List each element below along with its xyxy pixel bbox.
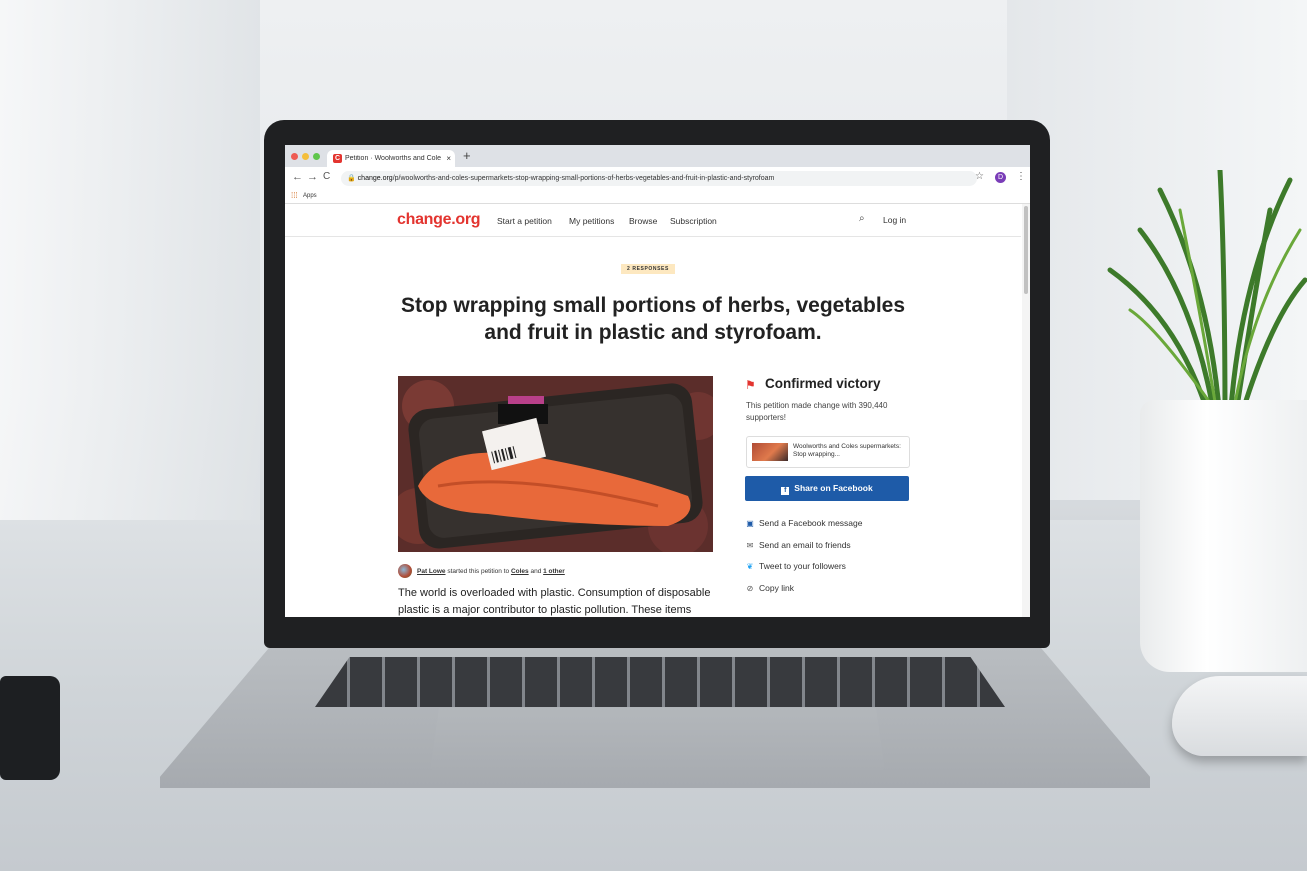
twitter-bird-icon: ❦	[746, 562, 754, 571]
scrollbar-thumb[interactable]	[1024, 206, 1028, 294]
tab-close-icon[interactable]: ×	[446, 154, 451, 163]
login-link[interactable]: Log in	[883, 215, 906, 225]
plant-pot	[1140, 400, 1307, 672]
smartphone	[0, 676, 60, 780]
url-field[interactable]: 🔒 change.org/p/woolworths-and-coles-supe…	[341, 171, 977, 186]
author-started-text: started this petition to	[445, 568, 511, 575]
share-facebook-message[interactable]: ▣ Send a Facebook message	[745, 518, 862, 528]
maximize-window-dot[interactable]	[313, 153, 320, 160]
nav-browse[interactable]: Browse	[629, 216, 657, 226]
facebook-square-icon: ▣	[746, 519, 754, 528]
nav-my-petitions[interactable]: My petitions	[569, 216, 614, 226]
nav-start-petition[interactable]: Start a petition	[497, 216, 552, 226]
preview-thumbnail	[752, 443, 788, 461]
victory-description: This petition made change with 390,440 s…	[746, 401, 888, 422]
change-logo[interactable]: change.org	[397, 211, 481, 229]
preview-card-title: Woolworths and Coles supermarkets: Stop …	[793, 443, 901, 458]
envelope-icon: ✉	[746, 541, 754, 550]
laptop-keyboard	[315, 657, 1005, 707]
target-coles-link[interactable]: Coles	[511, 568, 529, 575]
back-arrow-icon[interactable]: ←	[292, 171, 303, 183]
share-option-label: Copy link	[759, 583, 794, 593]
author-and-text: and	[528, 568, 544, 575]
apps-grid-icon[interactable]: ⁞⁞⁞	[291, 191, 298, 200]
nav-subscription[interactable]: Subscription	[670, 216, 717, 226]
lock-icon: 🔒	[347, 175, 358, 182]
share-on-facebook-button[interactable]: f Share on Facebook	[745, 476, 909, 501]
author-avatar[interactable]	[398, 564, 412, 578]
author-name-link[interactable]: Pat Lowe	[417, 568, 446, 575]
petition-title: Stop wrapping small portions of herbs, v…	[400, 294, 906, 344]
facebook-icon: f	[781, 487, 790, 495]
star-bookmark-icon[interactable]: ☆	[975, 171, 984, 182]
search-icon[interactable]: ⌕	[859, 213, 865, 224]
url-domain: change.org	[357, 175, 393, 182]
victory-status: Confirmed victory	[765, 376, 881, 391]
forward-arrow-icon[interactable]: →	[307, 171, 318, 183]
laptop-screen: C Petition · Woolworths and Cole × + ← →…	[285, 145, 1030, 617]
flag-icon: ⚑	[745, 378, 756, 392]
change-favicon-icon: C	[333, 154, 342, 163]
bookmarks-bar: ⁞⁞⁞ Apps	[285, 189, 1030, 204]
new-tab-button[interactable]: +	[463, 148, 471, 163]
url-path: /p/woolworths-and-coles-supermarkets-sto…	[392, 175, 775, 182]
browser-tab-bar: C Petition · Woolworths and Cole × +	[285, 145, 1030, 167]
apps-bookmark[interactable]: Apps	[303, 193, 317, 199]
background-window-left	[0, 0, 260, 520]
site-header: change.org Start a petition My petitions…	[285, 204, 1021, 237]
share-copy-link[interactable]: ⊘ Copy link	[745, 583, 794, 593]
share-option-label: Send a Facebook message	[759, 518, 863, 528]
share-option-label: Send an email to friends	[759, 540, 851, 550]
minimize-window-dot[interactable]	[302, 153, 309, 160]
link-icon: ⊘	[746, 584, 754, 593]
facebook-button-label: Share on Facebook	[794, 483, 873, 493]
tab-title: Petition · Woolworths and Cole	[345, 155, 441, 162]
share-option-label: Tweet to your followers	[759, 561, 846, 571]
share-tweet[interactable]: ❦ Tweet to your followers	[745, 561, 846, 571]
address-bar-row: ← → C 🔒 change.org/p/woolworths-and-cole…	[285, 167, 1030, 189]
other-targets-link[interactable]: 1 other	[543, 568, 565, 575]
share-preview-card[interactable]: Woolworths and Coles supermarkets: Stop …	[746, 436, 910, 468]
share-email[interactable]: ✉ Send an email to friends	[745, 540, 851, 550]
responses-badge[interactable]: 2 RESPONSES	[621, 264, 675, 274]
menu-kebab-icon[interactable]: ⋮	[1016, 171, 1026, 182]
browser-tab[interactable]: C Petition · Woolworths and Cole ×	[327, 150, 455, 167]
petition-body-text: The world is overloaded with plastic. Co…	[398, 587, 711, 616]
web-page: change.org Start a petition My petitions…	[285, 204, 1021, 617]
laptop-trackpad	[430, 708, 885, 770]
page-scrollbar[interactable]	[1022, 204, 1030, 617]
computer-mouse	[1172, 676, 1307, 756]
profile-avatar[interactable]: D	[995, 172, 1006, 183]
reload-icon[interactable]: C	[323, 171, 330, 182]
plant-leaves	[1107, 170, 1307, 420]
petition-photo	[398, 376, 713, 552]
close-window-dot[interactable]	[291, 153, 298, 160]
